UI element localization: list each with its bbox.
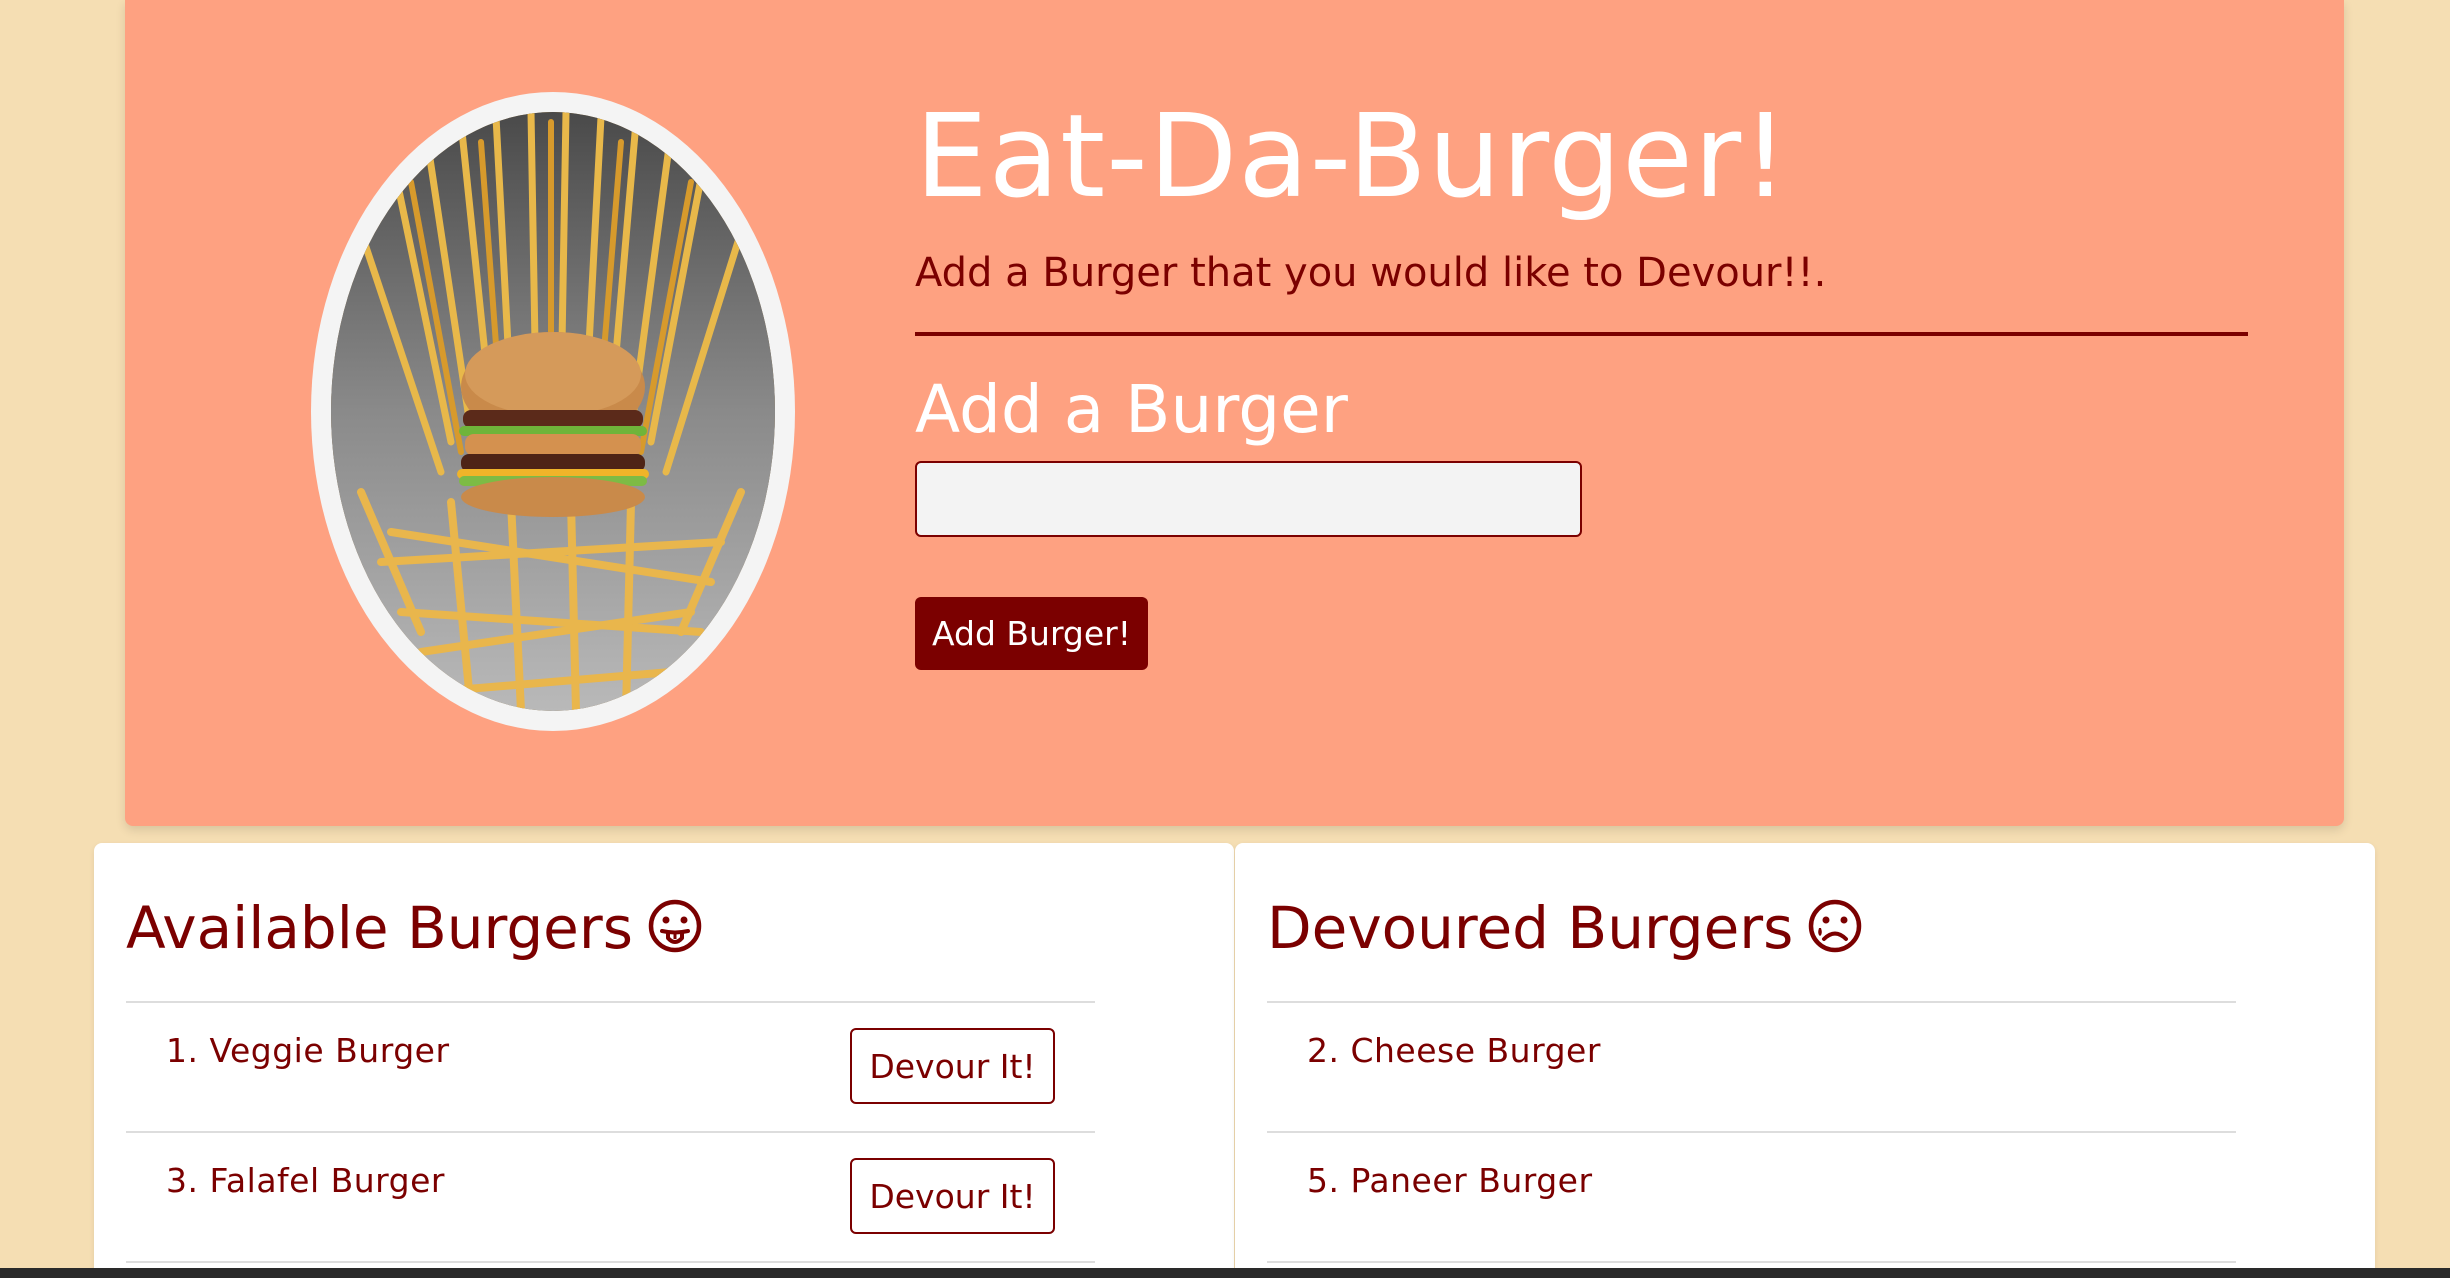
devoured-burgers-heading: Devoured Burgers [1267,893,1863,963]
list-item: 1. Veggie Burger Devour It! [126,1001,1095,1131]
add-burger-button[interactable]: Add Burger! [915,597,1148,670]
devoured-burgers-card: Devoured Burgers 2. Cheese Burger 5. Pan… [1235,843,2375,1278]
devour-button[interactable]: Devour It! [850,1028,1055,1104]
devoured-burgers-title: Devoured Burgers [1267,894,1794,962]
jumbotron: Eat-Da-Burger! Add a Burger that you wou… [125,0,2344,826]
list-divider [126,1261,1095,1263]
page-subtitle: Add a Burger that you would like to Devo… [915,250,1827,296]
available-burgers-title: Available Burgers [126,894,633,962]
list-divider [1267,1261,2236,1263]
burger-label: 3. Falafel Burger [166,1161,445,1200]
burger-image [311,92,795,731]
devour-button[interactable]: Devour It! [850,1158,1055,1234]
page-title: Eat-Da-Burger! [915,90,1790,224]
devoured-burgers-list: 2. Cheese Burger 5. Paneer Burger [1267,1001,2236,1263]
tongue-face-icon [647,898,703,954]
available-burgers-card: Available Burgers 1. Veggie Burger Devou… [94,843,1234,1278]
burger-label: 2. Cheese Burger [1307,1031,1601,1070]
burger-image-frame [331,112,775,711]
add-burger-heading: Add a Burger [915,371,1348,448]
burger-label: 5. Paneer Burger [1307,1161,1593,1200]
list-item: 2. Cheese Burger [1267,1001,2236,1131]
available-burgers-list: 1. Veggie Burger Devour It! 3. Falafel B… [126,1001,1095,1263]
window-bottom-edge [0,1268,2450,1278]
list-item: 3. Falafel Burger Devour It! [126,1131,1095,1261]
list-item: 5. Paneer Burger [1267,1131,2236,1261]
divider [915,332,2248,336]
burger-label: 1. Veggie Burger [166,1031,450,1070]
available-burgers-heading: Available Burgers [126,893,703,963]
page: Eat-Da-Burger! Add a Burger that you wou… [0,0,2450,1278]
burger-name-input[interactable] [915,461,1582,537]
burger-throne-illustration [331,112,775,711]
sad-face-icon [1807,898,1863,954]
